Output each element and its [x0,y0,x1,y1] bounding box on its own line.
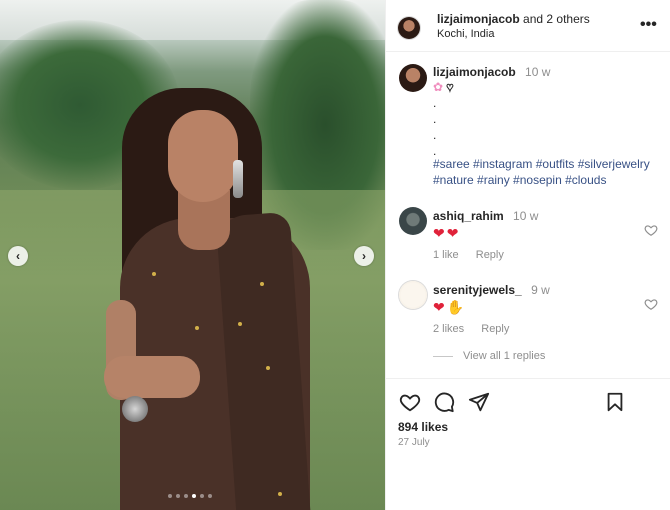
chevron-left-icon[interactable]: ‹ [8,246,28,266]
saree-dot [238,322,242,326]
caption-dot: . [433,128,437,142]
comment-time: 10 w [513,209,539,223]
commenter-avatar[interactable] [399,281,427,309]
cherry-blossom-emoji-icon: ✿ [433,80,444,94]
comment-reply-button[interactable]: Reply [476,249,504,261]
caption-hashtags[interactable]: #saree #instagram #outfits #silverjewelr… [433,156,663,188]
red-heart-emoji-icon: ❤ [446,225,461,241]
carousel-dot [176,494,180,498]
comment-meta: 2 likes Reply [433,323,523,335]
comment-username[interactable]: ashiq_rahim [433,209,504,223]
caption-header: lizjaimonjacob 10 w [433,65,550,79]
raised-hands-emoji-icon: ✋ [446,299,467,315]
caption-avatar[interactable] [399,64,427,92]
location-link[interactable]: Kochi, India [437,28,494,40]
saree-dot [152,272,156,276]
post-actions: 894 likes 27 July [386,378,670,510]
caption-emojis: ✿ ♥ [433,80,454,95]
comment-text: ❤❤ [433,225,460,242]
caption-username[interactable]: lizjaimonjacob [433,65,516,79]
red-heart-emoji-icon: ❤ [433,299,447,315]
carousel-dot [192,494,196,498]
view-replies-button[interactable]: View all 1 replies [433,350,545,362]
caption-dot: . [433,96,437,110]
comment-text: ❤✋ [433,299,466,316]
heart-icon[interactable] [644,223,658,237]
commenter-avatar[interactable] [399,207,427,235]
post-date: 27 July [398,437,430,448]
carousel-dot [168,494,172,498]
chevron-right-icon[interactable]: › [354,246,374,266]
post-side-panel: lizjaimonjacob and 2 others Kochi, India… [385,0,670,510]
post-header: lizjaimonjacob and 2 others Kochi, India… [386,0,670,52]
saree-dot [195,326,199,330]
likes-count[interactable]: 894 likes [398,420,448,434]
caption-dot: . [433,112,437,126]
comment-header: serenityjewels_ 9 w [433,283,550,297]
comment-username[interactable]: serenityjewels_ [433,283,522,297]
saree-dot [260,282,264,286]
photo-face [168,110,238,202]
heart-icon[interactable] [644,297,658,311]
comment-likes[interactable]: 1 like [433,249,459,261]
photo-hands [104,356,200,398]
white-heart-emoji-icon: ♥ [446,80,454,95]
post-photo[interactable]: ‹ › [0,0,385,510]
carousel-dots [168,494,212,498]
bookmark-icon[interactable] [604,391,626,413]
author-username[interactable]: lizjaimonjacob [437,12,520,26]
red-heart-emoji-icon: ❤ [433,225,447,241]
share-icon[interactable] [468,391,490,413]
caption-time: 10 w [525,65,551,79]
comment-likes[interactable]: 2 likes [433,323,464,335]
saree-dot [266,366,270,370]
more-options-icon[interactable]: ••• [640,16,657,34]
comment-icon[interactable] [433,391,455,413]
carousel-dot [200,494,204,498]
carousel-dot [184,494,188,498]
comment-time: 9 w [531,283,550,297]
replies-rule [433,355,453,357]
carousel-dot [208,494,212,498]
view-replies-label[interactable]: View all 1 replies [463,350,545,362]
photo-ring [122,396,148,422]
photo-earring [233,160,243,198]
saree-dot [278,492,282,496]
author-avatar[interactable] [398,17,420,39]
comment-reply-button[interactable]: Reply [481,323,509,335]
coauthors-text[interactable]: and 2 others [523,12,590,26]
post-author-line: lizjaimonjacob and 2 others [437,12,590,26]
comment-meta: 1 like Reply [433,249,518,261]
heart-icon[interactable] [399,391,421,413]
comment-header: ashiq_rahim 10 w [433,209,538,223]
